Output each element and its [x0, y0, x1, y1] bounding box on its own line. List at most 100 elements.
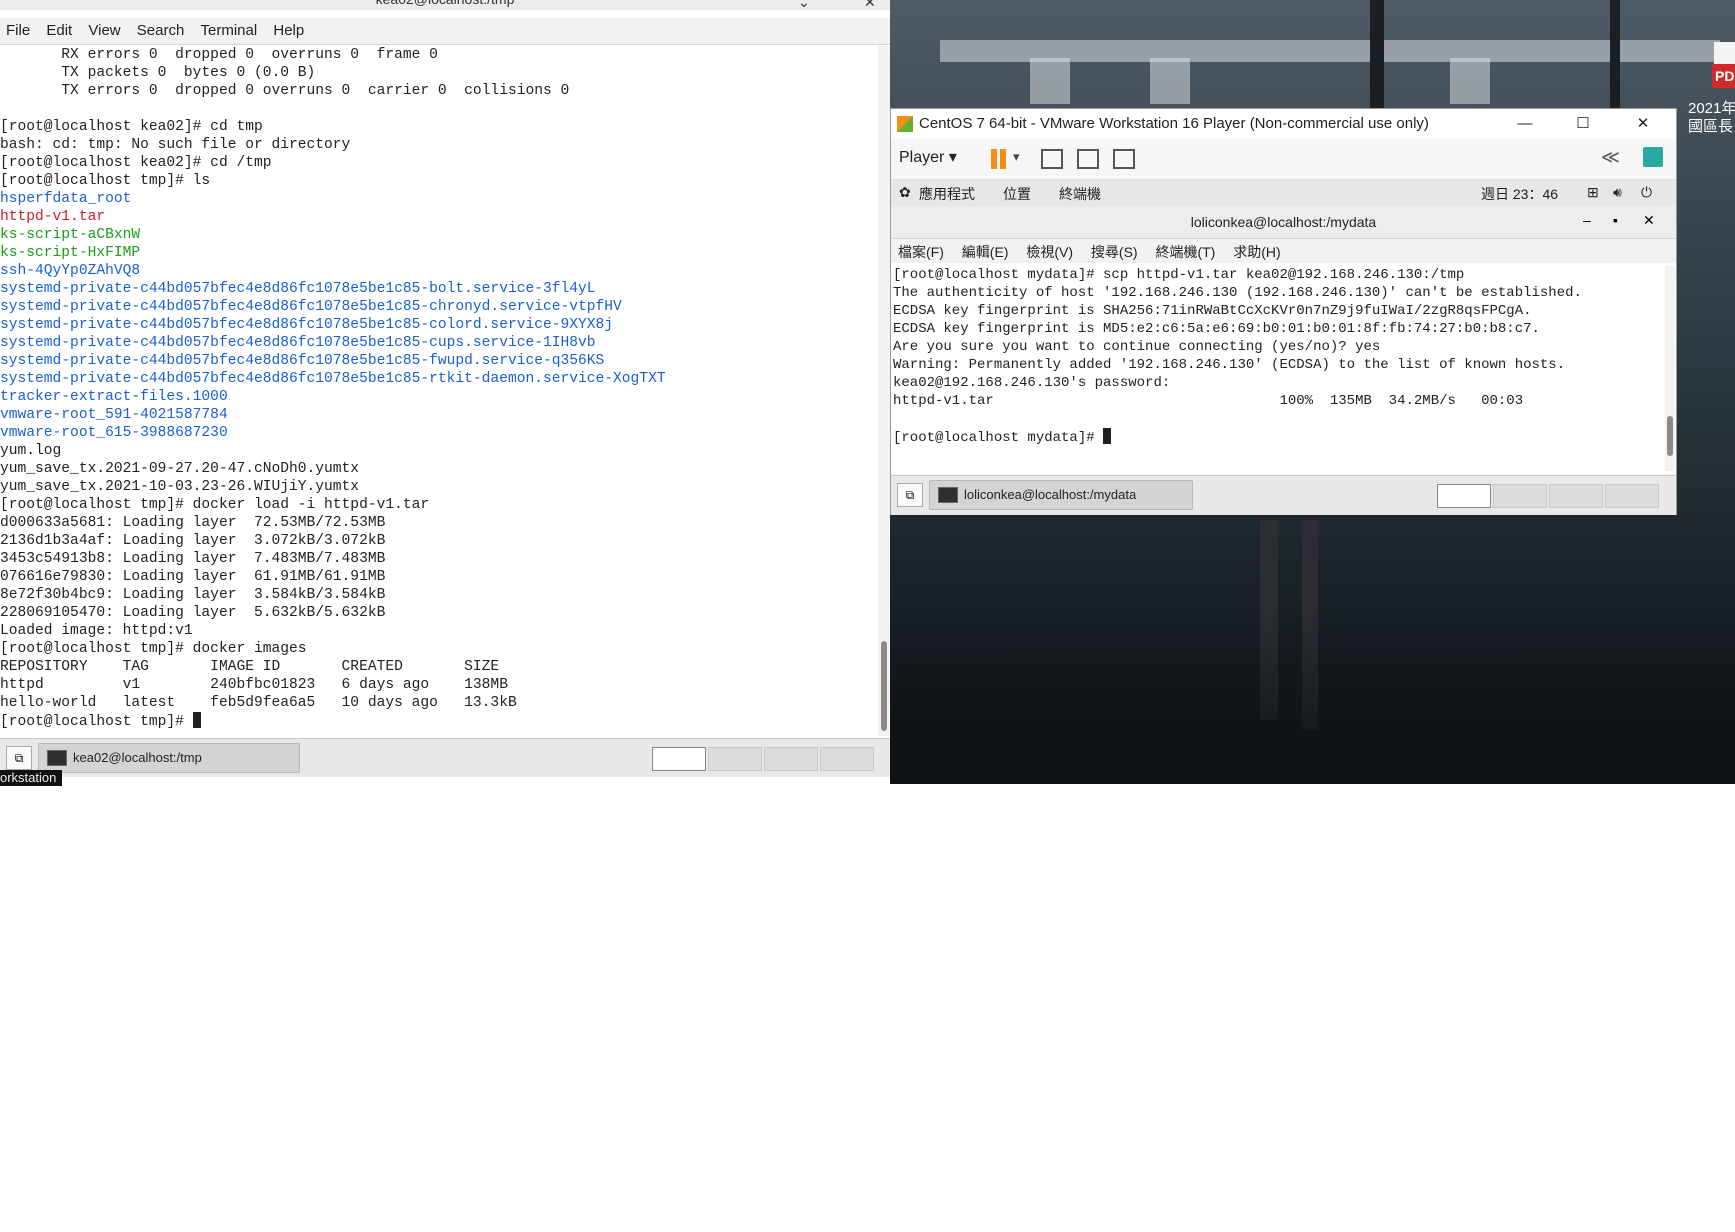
terminal-line: [root@localhost tmp]# docker load -i htt… — [0, 497, 430, 513]
applications-menu[interactable]: 應用程式 — [919, 184, 975, 204]
vm-maximize-button[interactable]: ☐ — [1563, 109, 1603, 139]
terminal-line: yum_save_tx.2021-10-03.23-26.WIUjiY.yumt… — [0, 479, 360, 495]
terminal-line: yum_save_tx.2021-09-27.20-47.cNoDh0.yumt… — [0, 461, 360, 477]
menu-bar: File Edit View Search Terminal Help — [0, 18, 890, 45]
menu-file[interactable]: 檔案(F) — [891, 239, 951, 265]
workspace-3[interactable] — [764, 747, 818, 771]
menu-edit[interactable]: 編輯(E) — [955, 239, 1016, 265]
vm-minimize-button[interactable]: — — [1505, 109, 1545, 139]
terminal-line: systemd-private-c44bd057bfec4e8d86fc1078… — [0, 353, 605, 369]
terminal-line: bash: cd: tmp: No such file or directory — [0, 137, 351, 153]
terminal-line: 8e72f30b4bc9: Loading layer 3.584kB/3.58… — [0, 587, 386, 603]
terminal-line: [root@localhost tmp]# ls — [0, 173, 211, 189]
apps-icon: ✿ — [899, 184, 911, 200]
inner-terminal-window: loliconkea@localhost:/mydata – ▪ ✕ 檔案(F)… — [891, 206, 1676, 474]
terminal-icon — [938, 486, 958, 503]
volume-icon[interactable]: 🔊︎ — [1613, 184, 1622, 201]
clock[interactable]: 週日 23：46 — [1481, 184, 1558, 204]
terminal-line: [root@localhost tmp]# docker images — [0, 641, 307, 657]
terminal-line: systemd-private-c44bd057bfec4e8d86fc1078… — [0, 299, 622, 315]
terminal-menu[interactable]: 終端機 — [1059, 184, 1101, 204]
terminal-line: kea02@192.168.246.130's password: — [893, 375, 1171, 391]
vm-close-button[interactable]: ✕ — [1623, 109, 1663, 139]
workspace-2[interactable] — [708, 747, 762, 771]
workspace-1[interactable] — [1437, 484, 1491, 508]
terminal-scrollbar[interactable] — [878, 46, 890, 736]
terminal-line: httpd-v1.tar 100% 135MB 34.2MB/s 00:03 — [893, 393, 1524, 409]
terminal-line: Are you sure you want to continue connec… — [893, 339, 1381, 355]
menu-terminal[interactable]: Terminal — [195, 18, 264, 43]
inner-maximize-button[interactable]: ▪ — [1613, 212, 1618, 228]
menu-help[interactable]: Help — [267, 18, 310, 43]
terminal-line: 228069105470: Loading layer 5.632kB/5.63… — [0, 605, 386, 621]
menu-help[interactable]: 求助(H) — [1226, 239, 1287, 265]
terminal-line: vmware-root_591-4021587784 — [0, 407, 228, 423]
inner-scrollbar[interactable] — [1665, 266, 1675, 471]
player-menu-button[interactable]: Player ▾ — [899, 147, 957, 167]
icon-label-line-1: 2021年 — [1688, 100, 1735, 117]
notes-icon[interactable] — [1643, 147, 1663, 167]
terminal-line: systemd-private-c44bd057bfec4e8d86fc1078… — [0, 317, 614, 333]
terminal-icon — [47, 749, 67, 766]
close-button[interactable]: ✕ — [864, 0, 876, 11]
terminal-line: TX packets 0 bytes 0 (0.0 B) — [0, 65, 316, 81]
terminal-line: systemd-private-c44bd057bfec4e8d86fc1078… — [0, 371, 666, 387]
terminal-line: systemd-private-c44bd057bfec4e8d86fc1078… — [0, 335, 596, 351]
terminal-prompt: [root@localhost tmp]# — [0, 714, 193, 730]
terminal-line: httpd v1 240bfbc01823 6 days ago 138MB — [0, 677, 508, 693]
menu-view[interactable]: 檢視(V) — [1019, 239, 1080, 265]
send-ctrl-alt-del-icon[interactable] — [1041, 149, 1063, 169]
menu-search[interactable]: 搜尋(S) — [1084, 239, 1145, 265]
taskbar-terminal-task[interactable]: loliconkea@localhost:/mydata — [929, 480, 1193, 510]
menu-view[interactable]: View — [82, 18, 126, 43]
network-icon[interactable]: ⊞ — [1587, 184, 1599, 201]
unity-icon[interactable] — [1113, 149, 1135, 169]
menu-file[interactable]: File — [0, 18, 36, 43]
collapse-toolbar-icon[interactable]: ≪ — [1601, 147, 1620, 168]
terminal-line: vmware-root_615-3988687230 — [0, 425, 228, 441]
scrollbar-thumb[interactable] — [1667, 416, 1673, 456]
terminal-line: The authenticity of host '192.168.246.13… — [893, 285, 1582, 301]
maximize-button[interactable]: ⌃ — [832, 0, 844, 11]
workspace-4[interactable] — [820, 747, 874, 771]
terminal-line: [root@localhost kea02]# cd tmp — [0, 119, 263, 135]
text-cursor — [1103, 428, 1112, 444]
power-icon[interactable]: ⏻ — [1641, 184, 1652, 201]
vmware-player-window: CentOS 7 64-bit - VMware Workstation 16 … — [890, 108, 1677, 515]
minimize-button[interactable]: ⌄ — [798, 0, 810, 11]
workspace-4[interactable] — [1605, 484, 1659, 508]
workspace-3[interactable] — [1549, 484, 1603, 508]
window-title: kea02@localhost:/tmp — [0, 0, 890, 10]
terminal-line: 076616e79830: Loading layer 61.91MB/61.9… — [0, 569, 386, 585]
taskbar-terminal-task[interactable]: kea02@localhost:/tmp — [38, 743, 300, 773]
terminal-line: 2136d1b3a4af: Loading layer 3.072kB/3.07… — [0, 533, 386, 549]
inner-close-button[interactable]: ✕ — [1643, 212, 1655, 229]
terminal-line: [root@localhost mydata]# scp httpd-v1.ta… — [893, 267, 1465, 283]
menu-terminal[interactable]: 終端機(T) — [1148, 239, 1222, 265]
pause-icon[interactable] — [991, 149, 1007, 169]
inner-minimize-button[interactable]: – — [1583, 212, 1591, 228]
terminal-output[interactable]: RX errors 0 dropped 0 overruns 0 frame 0… — [0, 46, 876, 736]
show-desktop-icon[interactable]: ⧉ — [897, 483, 923, 507]
workspace-2[interactable] — [1493, 484, 1547, 508]
terminal-line: hello-world latest feb5d9fea6a5 10 days … — [0, 695, 517, 711]
places-menu[interactable]: 位置 — [1003, 184, 1031, 204]
scrollbar-thumb[interactable] — [881, 641, 887, 731]
terminal-line: RX errors 0 dropped 0 overruns 0 frame 0 — [0, 47, 438, 63]
terminal-line: yum.log — [0, 443, 62, 459]
show-desktop-icon[interactable]: ⧉ — [6, 746, 32, 770]
task-label: loliconkea@localhost:/mydata — [964, 487, 1137, 502]
menu-search[interactable]: Search — [131, 18, 191, 43]
fullscreen-icon[interactable] — [1077, 149, 1099, 169]
pause-dropdown-icon[interactable]: ▾ — [1013, 149, 1020, 165]
inner-terminal-output[interactable]: [root@localhost mydata]# scp httpd-v1.ta… — [893, 266, 1663, 466]
workspace-1[interactable] — [652, 747, 706, 771]
vmware-logo-icon — [897, 116, 913, 132]
menu-edit[interactable]: Edit — [40, 18, 78, 43]
terminal-line: ks-script-HxFIMP — [0, 245, 141, 261]
terminal-line: [root@localhost kea02]# cd /tmp — [0, 155, 272, 171]
terminal-line: ssh-4QyYp0ZAhVQ8 — [0, 263, 141, 279]
desktop-icon-label[interactable]: 2021年 國區長 — [1688, 100, 1735, 136]
inner-terminal-title: loliconkea@localhost:/mydata — [891, 206, 1676, 239]
terminal-line: httpd-v1.tar — [0, 209, 106, 225]
